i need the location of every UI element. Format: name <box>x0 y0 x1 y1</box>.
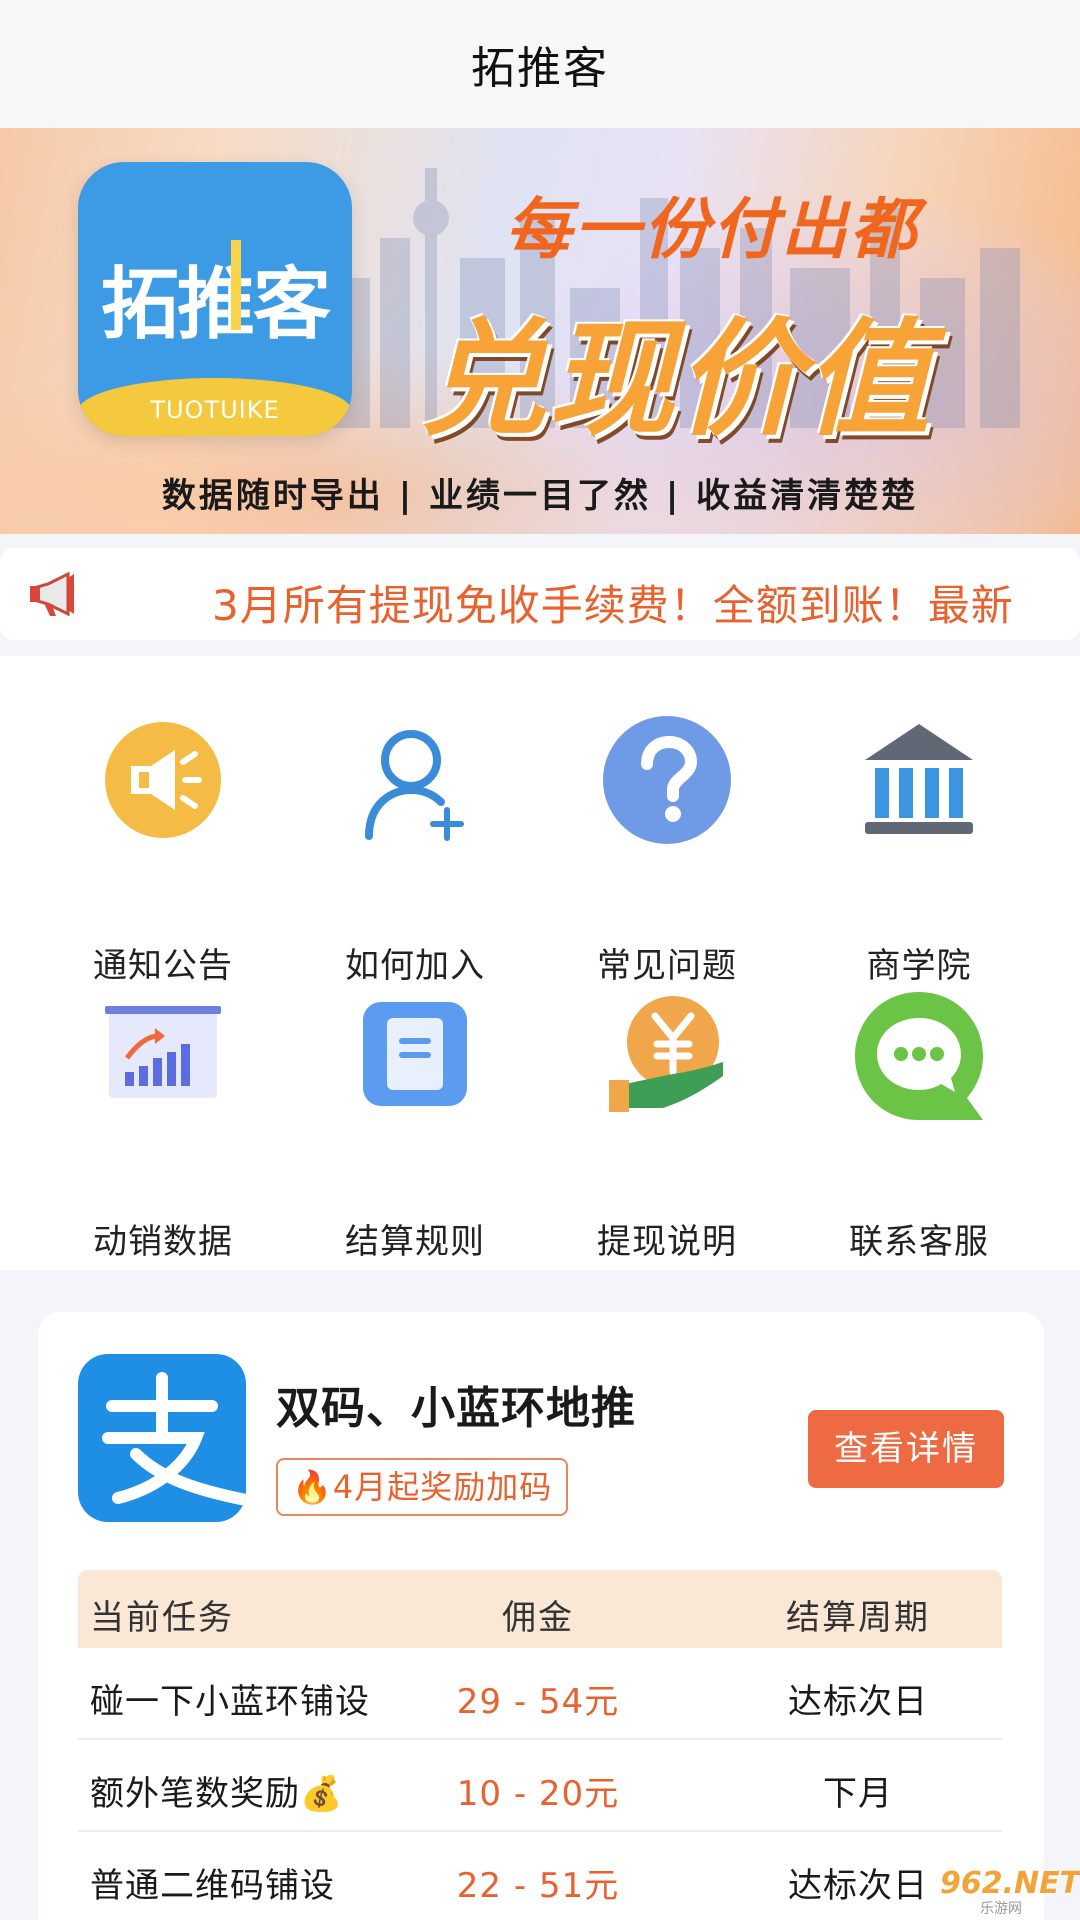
grid-item-settlement-rules[interactable]: 结算规则 <box>305 992 525 1262</box>
banner-slogan-line1: 每一份付出都 <box>505 191 919 268</box>
question-icon <box>603 716 731 844</box>
add-user-icon <box>365 730 464 841</box>
megaphone-icon <box>30 571 74 617</box>
grid-item-sales-data[interactable]: 动销数据 <box>53 992 273 1262</box>
commission-value: 10 - 20元 <box>456 1774 620 1814</box>
grid-label: 商学院 <box>866 946 972 986</box>
app-header: 拓推客 <box>0 0 1080 128</box>
table-header: 当前任务 佣金 结算周期 <box>78 1570 1002 1648</box>
grid-label: 常见问题 <box>597 946 737 986</box>
table-row[interactable]: 碰一下小蓝环铺设 29 - 54元 达标次日 <box>78 1648 1002 1740</box>
grid-item-faq[interactable]: 常见问题 <box>557 716 777 986</box>
table-row[interactable]: 额外笔数奖励💰 10 - 20元 下月 <box>78 1740 1002 1832</box>
document-icon <box>363 1002 467 1106</box>
grid-label: 动销数据 <box>93 1222 233 1262</box>
commission-value: 22 - 51元 <box>456 1866 620 1906</box>
banner-slogan-line2: 兑现价值 <box>420 306 932 453</box>
notice-text: 3月所有提现免收手续费！全额到账！最新 <box>212 581 1014 630</box>
notice-marquee: 3月所有提现免收手续费！全额到账！最新 <box>212 548 1052 640</box>
grid-label: 结算规则 <box>345 1222 485 1262</box>
task-table: 当前任务 佣金 结算周期 碰一下小蓝环铺设 29 - 54元 达标次日 额外笔数… <box>78 1570 1002 1920</box>
view-details-button[interactable]: 查看详情 <box>808 1410 1004 1488</box>
task-name: 普通二维码铺设 <box>90 1866 335 1906</box>
logo-accent-mark <box>231 240 241 330</box>
app-logo: 拓推客 TUOTUIKE <box>78 162 352 436</box>
grid-item-join[interactable]: 如何加入 <box>305 716 525 986</box>
page-title: 拓推客 <box>471 43 609 94</box>
sales-chart-icon <box>105 1006 221 1098</box>
settlement-cycle: 达标次日 <box>788 1682 928 1722</box>
notice-bar[interactable]: 3月所有提现免收手续费！全额到账！最新 <box>0 548 1080 640</box>
promo-tag: 🔥4月起奖励加码 <box>276 1458 569 1516</box>
column-header-commission: 佣金 <box>502 1598 574 1638</box>
speaker-icon <box>105 722 221 838</box>
commission-value: 29 - 54元 <box>456 1682 620 1722</box>
alipay-icon <box>78 1354 246 1522</box>
grid-item-customer-service[interactable]: 联系客服 <box>809 992 1029 1262</box>
app-logo-text: 拓推客 <box>100 260 331 350</box>
grid-label: 提现说明 <box>597 1222 737 1262</box>
grid-label: 联系客服 <box>849 1222 989 1262</box>
grid-item-withdraw-info[interactable]: 提现说明 <box>557 992 777 1262</box>
grid-item-academy[interactable]: 商学院 <box>809 716 1029 986</box>
promo-banner[interactable]: 拓推客 TUOTUIKE 每一份付出都 兑现价值 数据随时导出 | 业绩一目了然… <box>0 128 1080 534</box>
feature-grid: 通知公告 如何加入 常见问题 商学院 动销数据 结算规则 提现说明 联系客服 <box>0 656 1080 1270</box>
settlement-cycle: 达标次日 <box>788 1866 928 1906</box>
task-card: 双码、小蓝环地推 🔥4月起奖励加码 查看详情 当前任务 佣金 结算周期 碰一下小… <box>38 1312 1044 1920</box>
task-title: 双码、小蓝环地推 <box>276 1383 636 1434</box>
yen-coin-hand-icon <box>609 996 723 1112</box>
task-name: 额外笔数奖励💰 <box>90 1774 344 1814</box>
column-header-cycle: 结算周期 <box>786 1598 930 1638</box>
task-name: 碰一下小蓝环铺设 <box>90 1682 370 1722</box>
grid-item-notice[interactable]: 通知公告 <box>53 716 273 986</box>
banner-subtitle: 数据随时导出 | 业绩一目了然 | 收益清清楚楚 <box>161 476 919 516</box>
academy-icon <box>865 724 973 834</box>
app-logo-subtext: TUOTUIKE <box>78 378 352 436</box>
grid-label: 如何加入 <box>345 946 485 986</box>
grid-label: 通知公告 <box>93 946 233 986</box>
chat-icon <box>855 992 983 1120</box>
site-watermark-sub: 乐游网 <box>980 1901 1022 1917</box>
settlement-cycle: 下月 <box>823 1774 893 1814</box>
column-header-task: 当前任务 <box>90 1598 234 1638</box>
table-row[interactable]: 普通二维码铺设 22 - 51元 达标次日 <box>78 1832 1002 1920</box>
